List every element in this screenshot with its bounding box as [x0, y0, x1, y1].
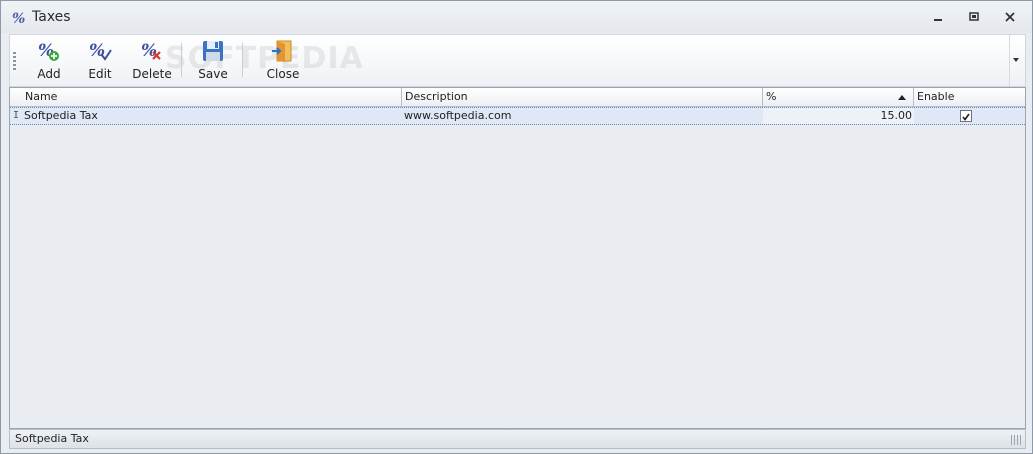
- toolbar-overflow-button[interactable]: [1009, 35, 1022, 86]
- cell-name[interactable]: Softpedia Tax: [22, 108, 402, 124]
- svg-text:%: %: [12, 11, 25, 26]
- close-icon[interactable]: [1003, 11, 1017, 23]
- delete-button-label: Delete: [132, 67, 172, 81]
- column-header-percent-label: %: [766, 90, 777, 103]
- resize-grip-icon[interactable]: [1011, 435, 1021, 445]
- percent-icon: %: [12, 11, 25, 26]
- save-button-label: Save: [198, 67, 228, 81]
- grid-header: Name Description % Enable: [10, 88, 1025, 107]
- taxes-window: % Taxes SOFTPEDIA % Add % Edit % Delete …: [0, 0, 1033, 454]
- floppy-disk-icon: [203, 41, 223, 61]
- column-header-name[interactable]: Name: [22, 88, 402, 106]
- delete-button[interactable]: % Delete: [130, 39, 174, 81]
- cell-percent[interactable]: 15.00: [763, 108, 914, 124]
- exit-door-icon: [272, 40, 292, 62]
- restore-icon[interactable]: [967, 11, 981, 23]
- toolbar: SOFTPEDIA % Add % Edit % Delete Save Clo…: [9, 34, 1026, 87]
- enable-checkbox[interactable]: [960, 110, 972, 122]
- percent-delete-icon: %: [141, 41, 161, 61]
- column-header-description[interactable]: Description: [402, 88, 763, 106]
- window-title: Taxes: [32, 9, 71, 25]
- table-row[interactable]: I Softpedia Tax www.softpedia.com 15.00: [10, 107, 1025, 125]
- cell-description[interactable]: www.softpedia.com: [402, 108, 763, 124]
- add-button[interactable]: % Add: [27, 39, 71, 81]
- taxes-grid[interactable]: Name Description % Enable I Softpedia Ta…: [9, 87, 1026, 429]
- close-button[interactable]: Close: [261, 39, 305, 81]
- edit-button[interactable]: % Edit: [78, 39, 122, 81]
- title-bar[interactable]: % Taxes: [1, 1, 1032, 33]
- status-bar: Softpedia Tax: [9, 429, 1026, 449]
- close-button-label: Close: [266, 67, 300, 81]
- minimize-icon[interactable]: [931, 11, 945, 23]
- chevron-down-icon: [1013, 58, 1019, 62]
- sort-ascending-icon: [898, 95, 906, 100]
- status-text: Softpedia Tax: [15, 432, 89, 445]
- toolbar-separator: [242, 43, 243, 77]
- toolbar-separator: [181, 43, 182, 77]
- svg-text:%: %: [89, 41, 105, 61]
- edit-button-label: Edit: [88, 67, 112, 81]
- row-edit-indicator-icon: I: [12, 110, 20, 121]
- percent-add-icon: %: [38, 41, 59, 61]
- save-button[interactable]: Save: [191, 39, 235, 81]
- percent-edit-icon: %: [89, 41, 112, 61]
- cell-enable[interactable]: [914, 108, 1025, 124]
- column-header-percent[interactable]: %: [763, 88, 914, 106]
- add-button-label: Add: [37, 67, 61, 81]
- checkmark-icon: [962, 113, 970, 121]
- column-header-enable[interactable]: Enable: [914, 88, 1025, 106]
- toolbar-grip[interactable]: [13, 52, 16, 70]
